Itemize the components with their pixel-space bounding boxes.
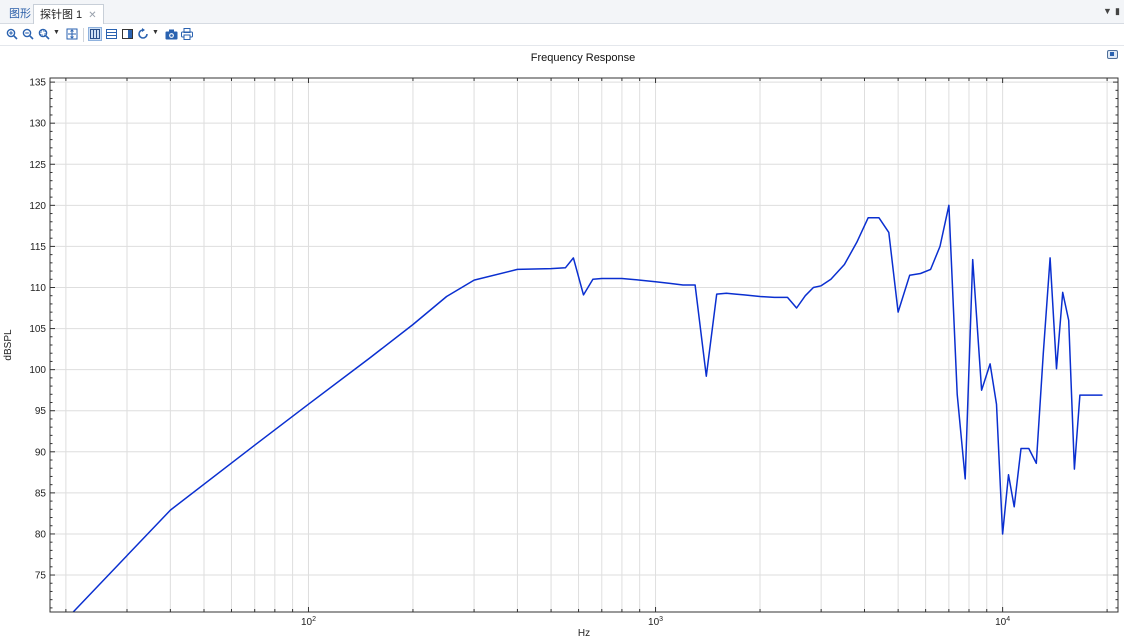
x-tick-exponent: 4: [1006, 616, 1010, 623]
y-tick-label: 105: [29, 324, 46, 335]
y-tick-label: 125: [29, 160, 46, 171]
y-tick-label: 110: [30, 283, 46, 294]
x-tick-label: 103: [648, 616, 663, 628]
y-tick-label: 100: [29, 365, 46, 376]
series-line: [72, 204, 1103, 613]
x-tick-exponent: 3: [659, 616, 663, 623]
y-tick-label: 75: [35, 571, 47, 582]
x-axis-ticks: 102 103 104: [301, 616, 1010, 628]
x-tick-exponent: 2: [312, 616, 316, 623]
frequency-response-chart: 7580859095100105110115120125130135 102 10…: [3, 77, 1119, 639]
y-tick-label: 95: [35, 406, 47, 417]
y-axis-label: dBSPL: [3, 329, 14, 361]
horizontal-gridlines: [50, 81, 1118, 576]
vertical-gridlines: [65, 78, 1108, 612]
y-tick-label: 85: [35, 488, 47, 499]
y-tick-label: 135: [29, 78, 46, 89]
x-axis-label: Hz: [578, 628, 590, 639]
plot-frame: [49, 77, 1119, 613]
y-tick-label: 130: [29, 119, 46, 130]
x-tick-label: 102: [301, 616, 316, 628]
y-tick-label: 80: [35, 529, 47, 540]
y-tick-label: 120: [29, 201, 46, 212]
x-tick-label: 104: [995, 616, 1010, 628]
y-tick-label: 115: [30, 242, 46, 253]
y-tick-label: 90: [35, 447, 47, 458]
x-minor-ticks: [65, 78, 1108, 612]
